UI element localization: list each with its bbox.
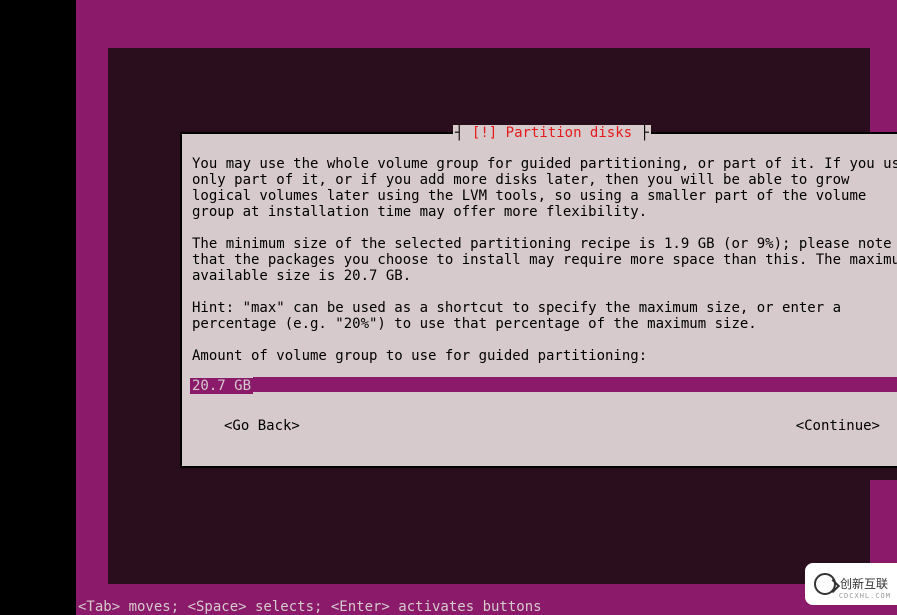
volume-size-value: 20.7 GB [190,378,253,394]
watermark-logo-icon [814,573,836,595]
dialog-paragraph-3: Hint: "max" can be used as a shortcut to… [192,300,897,332]
dialog-title: ┤ [!] Partition disks ├ [453,125,651,141]
partition-dialog: ┤ [!] Partition disks ├ You may use the … [180,132,897,468]
watermark-badge: 创新互联 CDCXHL.COM [805,563,897,605]
help-bar: <Tab> moves; <Space> selects; <Enter> ac… [76,599,897,615]
installer-screen: ┤ [!] Partition disks ├ You may use the … [76,0,897,615]
dialog-paragraph-1: You may use the whole volume group for g… [192,156,897,220]
input-prompt: Amount of volume group to use for guided… [192,348,897,364]
go-back-button[interactable]: <Go Back> [224,418,300,434]
volume-size-input[interactable]: 20.7 GB [190,378,897,394]
input-fill [253,377,897,393]
dialog-title-bar: ┤ [!] Partition disks ├ [182,125,897,141]
continue-button[interactable]: <Continue> [796,418,880,434]
button-row: <Go Back> <Continue> [192,418,897,434]
dialog-content: You may use the whole volume group for g… [182,134,897,444]
watermark-subtext: CDCXHL.COM [839,588,891,604]
dialog-paragraph-2: The minimum size of the selected partiti… [192,236,897,284]
